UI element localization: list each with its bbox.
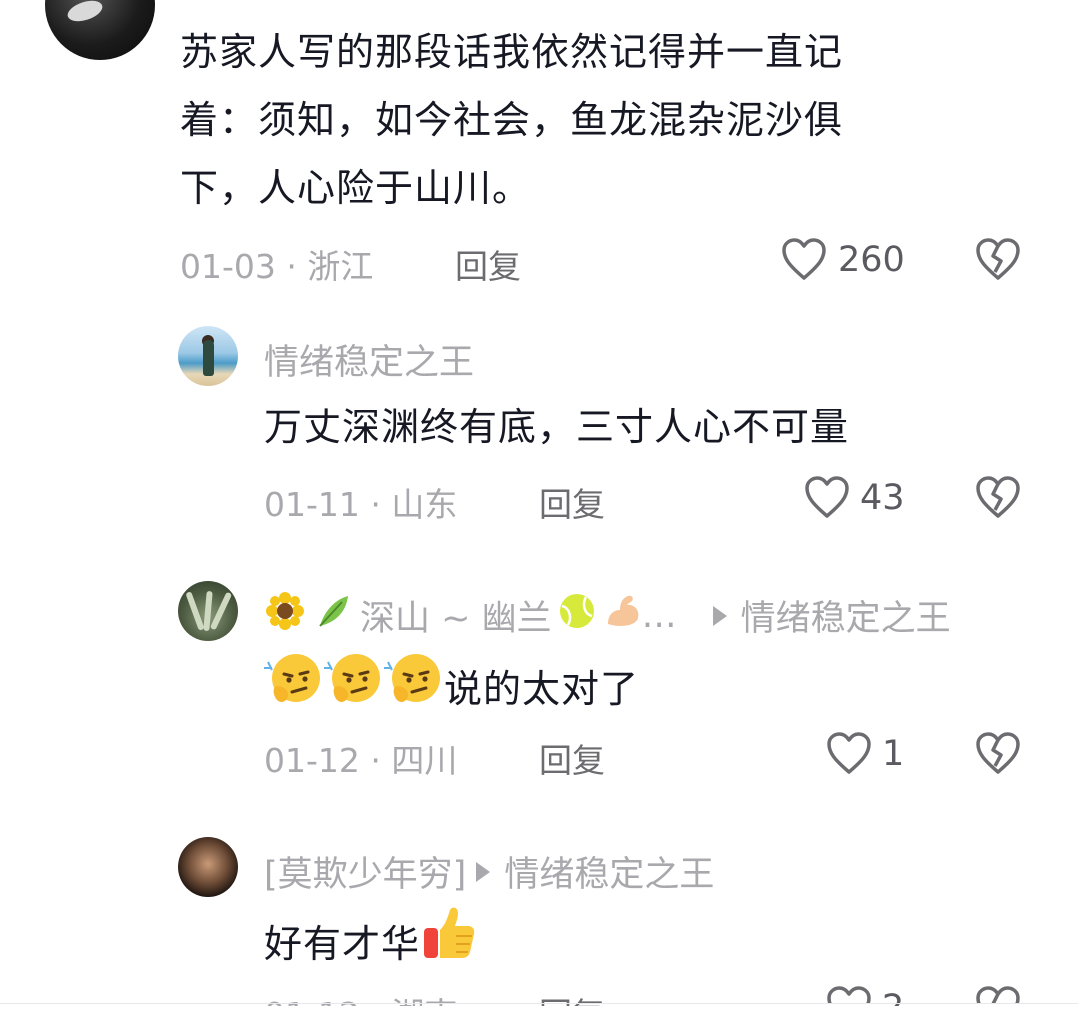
heart-outline-icon[interactable] [825,984,873,1004]
comment-date: 01-03 [180,247,276,286]
heart-outline-icon[interactable] [780,236,828,282]
reply-location: 山东 [391,485,458,524]
reply-text: 万丈深渊终有底，三寸人心不可量 [264,405,850,449]
reply-meta: 01-12 · 四川 [264,734,457,782]
comment-location: 浙江 [307,247,374,286]
reply-avatar[interactable] [178,837,238,897]
reply-author[interactable]: 情绪稳定之王 [264,334,474,385]
reply-author-suffix: … [641,595,677,636]
reply-avatar[interactable] [178,326,238,386]
reply-text-line: 好有才华 [264,904,478,983]
flexed-biceps-emoji [604,592,642,639]
reply-location: 湖南 [391,995,457,1006]
reply-date: 01-12 [264,995,360,1006]
reply-author-line: 深山 ~ 幽兰 … 情绪稳定之王 [266,590,951,641]
sunflower-emoji [266,592,304,639]
reply-author-line: [莫欺少年穷] 情绪稳定之王 [264,846,714,897]
meta-separator: · [275,247,308,286]
broken-heart-icon[interactable] [974,236,1022,282]
previous-author-name [0,0,300,2]
comment-text-line: 着：须知，如今社会，鱼龙混杂泥沙俱 [180,98,844,142]
herb-emoji [314,592,352,639]
broken-heart-icon[interactable] [974,730,1022,776]
reply-text-line: 说的太对了 [264,650,639,727]
broken-heart-icon[interactable] [974,984,1022,1004]
reply-meta: 01-11 · 山东 [264,478,457,526]
like-count: 260 [838,240,905,280]
bottom-divider [0,1003,1078,1004]
reply-text: 说的太对了 [444,666,640,711]
thinking-face-emoji [324,650,384,727]
reply-date: 01-12 [264,741,360,780]
reply-author[interactable]: [莫欺少年穷] [264,846,466,897]
like-count: 1 [882,734,905,774]
reply-button[interactable]: 回复 [539,734,605,782]
reply-to-author[interactable]: 情绪稳定之王 [504,846,714,897]
reply-avatar[interactable] [178,581,238,641]
like-count: 43 [860,478,905,518]
comment-text-line: 下，人心险于山川。 [180,166,532,210]
comment-meta: 01-03 · 浙江 [180,240,373,288]
reply-button[interactable]: 回复 [455,240,521,288]
reply-location: 四川 [391,741,458,780]
meta-separator: · [360,995,391,1006]
thumbs-up-emoji [420,904,478,983]
reply-button[interactable]: 回复 [539,478,605,526]
heart-outline-icon[interactable] [825,730,873,776]
thinking-face-emoji [264,650,324,727]
reply-date: 01-11 [264,485,360,524]
reply-arrow-icon [476,861,491,882]
reply-arrow-icon [712,605,727,626]
meta-separator: · [359,741,392,780]
heart-outline-icon[interactable] [803,474,851,520]
reply-text: 好有才华 [264,921,421,966]
meta-separator: · [359,485,392,524]
reply-author[interactable]: 深山 ~ 幽兰 [360,590,552,641]
commenter-avatar[interactable] [45,0,155,60]
broken-heart-icon[interactable] [974,474,1022,520]
tennis-ball-emoji [558,592,596,639]
comment-text-line: 苏家人写的那段话我依然记得并一直记 [180,30,844,74]
comment-text: 苏家人写的那段话我依然记得并一直记 着：须知，如今社会，鱼龙混杂泥沙俱 下，人心… [180,18,1000,222]
thinking-face-emoji [384,650,444,727]
reply-to-author[interactable]: 情绪稳定之王 [741,590,951,641]
